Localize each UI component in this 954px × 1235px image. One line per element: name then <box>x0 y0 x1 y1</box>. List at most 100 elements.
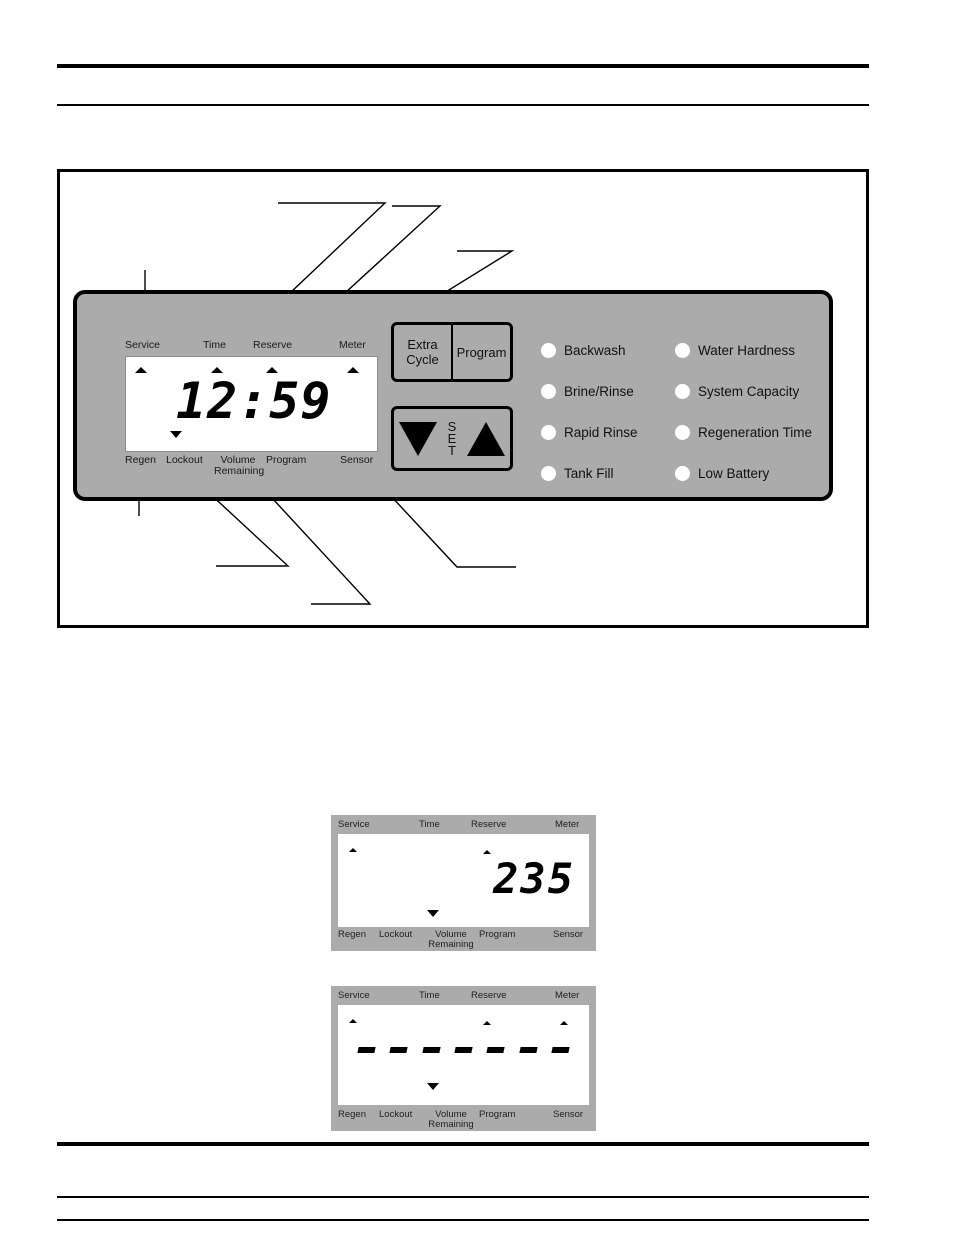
indicator-rapid-rinse: Rapid Rinse <box>541 412 638 453</box>
indicator-label-backwash: Backwash <box>564 343 626 358</box>
lcd-screen: 12:59 <box>125 356 378 452</box>
lcd-label-volume-line2: Remaining <box>214 465 265 477</box>
lcd-label-sensor: Sensor <box>340 454 374 466</box>
button-group-top: Extra Cycle Program <box>391 322 513 382</box>
indicator-label-low-battery: Low Battery <box>698 466 770 481</box>
led-icon-backwash <box>541 343 556 358</box>
mini2-dash-segment <box>519 1047 538 1053</box>
mini1-bottom-label-row: Regen Lockout Volume Remaining Program S… <box>331 930 596 954</box>
mini2-dash-segment <box>486 1047 506 1053</box>
lcd-label-service: Service <box>125 339 161 351</box>
mini2-dash-segment <box>421 1047 441 1053</box>
indicator-brine-rinse: Brine/Rinse <box>541 371 638 412</box>
indicator-backwash: Backwash <box>541 330 638 371</box>
indicator-label-rapid-rinse: Rapid Rinse <box>564 425 638 440</box>
indicator-system-capacity: System Capacity <box>675 371 812 412</box>
mini2-screen <box>338 1005 589 1105</box>
indicator-label-tank-fill: Tank Fill <box>564 466 614 481</box>
indicator-regeneration-time: Regeneration Time <box>675 412 812 453</box>
triangle-down-icon[interactable] <box>399 421 438 456</box>
lcd-label-meter: Meter <box>339 339 366 351</box>
header-rule-thin <box>57 104 869 106</box>
header-rule-thick <box>57 64 869 68</box>
mini1-label-meter: Meter <box>555 819 580 830</box>
mini2-dash-row <box>338 1047 589 1053</box>
footer-rule-thin-2 <box>57 1219 869 1221</box>
mini2-label-meter: Meter <box>555 990 580 1001</box>
mini1-marker-up-service <box>349 848 357 852</box>
mini1-label-program: Program <box>479 929 516 940</box>
lcd-marker-up-service <box>135 367 147 373</box>
set-label-t: T <box>448 442 456 458</box>
lcd-label-program: Program <box>266 454 307 466</box>
footer-rule-thin-1 <box>57 1196 869 1198</box>
lcd-label-reserve: Reserve <box>253 339 293 351</box>
mini2-marker-down-volume <box>427 1083 439 1090</box>
lcd-value-text: 12:59 <box>176 372 332 430</box>
lcd-label-regen: Regen <box>125 454 156 466</box>
mini1-label-service: Service <box>338 819 370 830</box>
mini1-screen: 235 <box>338 834 589 927</box>
led-icon-water-hardness <box>675 343 690 358</box>
indicator-label-water-hardness: Water Hardness <box>698 343 796 358</box>
indicator-tank-fill: Tank Fill <box>541 453 638 494</box>
mini2-marker-up-service <box>349 1019 357 1023</box>
lcd-top-label-row: Service Time Reserve Meter <box>125 340 378 354</box>
mini2-label-program: Program <box>479 1109 516 1120</box>
footer-rule-thick <box>57 1142 869 1146</box>
mini2-marker-up-meter <box>560 1021 568 1025</box>
mini-display-panel-1: Service Time Reserve Meter 235 Regen Loc… <box>331 815 596 951</box>
lcd-label-lockout: Lockout <box>166 454 203 466</box>
led-icon-tank-fill <box>541 466 556 481</box>
mini2-dash-segment <box>357 1047 376 1053</box>
lcd-display-assembly: Service Time Reserve Meter 12:59 Regen L… <box>125 340 378 477</box>
control-panel-faceplate: Service Time Reserve Meter 12:59 Regen L… <box>73 290 833 501</box>
indicator-low-battery: Low Battery <box>675 453 812 494</box>
set-label: S E T <box>448 420 457 458</box>
lcd-bottom-label-row: Regen Lockout Volume Remaining Program S… <box>125 455 378 477</box>
mini2-label-lockout: Lockout <box>379 1109 413 1120</box>
mini2-top-label-row: Service Time Reserve Meter <box>331 991 596 1004</box>
mini2-label-reserve: Reserve <box>471 990 507 1001</box>
program-button[interactable]: Program <box>453 325 510 379</box>
mini1-label-volume-line2: Remaining <box>428 939 474 950</box>
mini2-dash-segment <box>454 1047 473 1053</box>
mini1-marker-up-reserve <box>483 850 491 854</box>
triangle-up-icon[interactable] <box>466 421 505 456</box>
set-button-group: S E T <box>391 406 513 471</box>
indicator-label-brine-rinse: Brine/Rinse <box>564 384 634 399</box>
mini2-bottom-label-row: Regen Lockout Volume Remaining Program S… <box>331 1110 596 1134</box>
program-label: Program <box>456 344 507 360</box>
mini2-label-time: Time <box>419 990 440 1001</box>
mini-display-panel-2: Service Time Reserve Meter Regen Lockout… <box>331 986 596 1131</box>
led-icon-regeneration-time <box>675 425 690 440</box>
led-icon-low-battery <box>675 466 690 481</box>
lcd-label-volume: Volume Remaining <box>214 455 265 477</box>
mini2-label-volume: Volume Remaining <box>427 1110 475 1130</box>
mini1-marker-down-volume <box>427 910 439 917</box>
indicator-water-hardness: Water Hardness <box>675 330 812 371</box>
mini2-label-service: Service <box>338 990 370 1001</box>
mini1-label-sensor: Sensor <box>553 929 584 940</box>
mini2-label-sensor: Sensor <box>553 1109 584 1120</box>
mini1-label-lockout: Lockout <box>379 929 413 940</box>
mini1-label-time: Time <box>419 819 440 830</box>
led-icon-system-capacity <box>675 384 690 399</box>
extra-cycle-button[interactable]: Extra Cycle <box>394 325 453 379</box>
mini1-label-reserve: Reserve <box>471 819 507 830</box>
mini2-dash-segment <box>551 1047 570 1053</box>
lcd-marker-down-lockout <box>170 431 182 438</box>
mini1-label-volume: Volume Remaining <box>427 930 475 950</box>
lcd-marker-up-meter <box>347 367 359 373</box>
extra-cycle-label: Extra Cycle <box>406 337 439 367</box>
mini2-marker-up-reserve <box>483 1021 491 1025</box>
indicator-label-regeneration-time: Regeneration Time <box>698 425 813 440</box>
mini1-value-text: 235 <box>493 854 575 903</box>
indicator-column-right: Water Hardness System Capacity Regenerat… <box>675 330 812 494</box>
lcd-label-time: Time <box>203 339 226 351</box>
mini2-label-volume-line2: Remaining <box>428 1119 474 1130</box>
indicator-column-left: Backwash Brine/Rinse Rapid Rinse Tank Fi… <box>541 330 638 494</box>
mini2-dash-segment <box>389 1047 408 1053</box>
mini1-label-regen: Regen <box>338 929 366 940</box>
mini1-top-label-row: Service Time Reserve Meter <box>331 820 596 833</box>
